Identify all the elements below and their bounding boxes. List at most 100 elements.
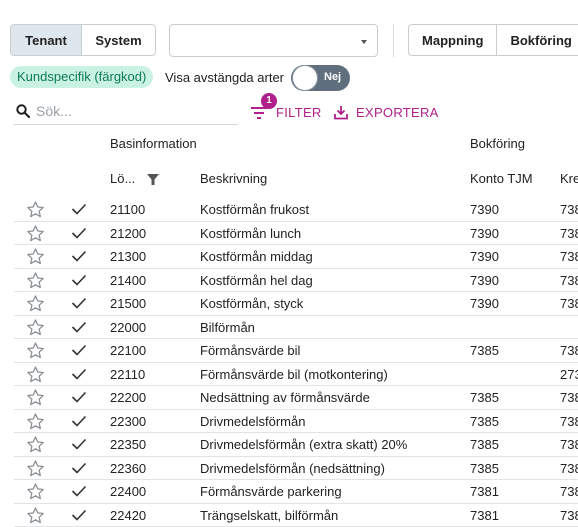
table-row[interactable]: 22350 Drivmedelsförmån (extra skatt) 20% 7…	[14, 433, 578, 457]
column-header-code-label: Lö...	[110, 171, 135, 186]
row-description: Kostförmån frukost	[200, 202, 309, 217]
row-kre: 738	[560, 226, 578, 241]
column-filter-icon[interactable]	[147, 174, 159, 186]
table-row[interactable]: 21500Kostförmån, styck7390738	[14, 292, 578, 316]
row-code: 22400	[110, 484, 146, 499]
star-icon[interactable]	[26, 388, 45, 407]
export-button[interactable]: EXPORTERA	[334, 103, 439, 121]
switch-value: Nej	[324, 71, 341, 83]
star-icon[interactable]	[26, 341, 45, 360]
table-row[interactable]: 22100Förmånsvärde bil7385738	[14, 339, 578, 363]
row-description: Kostförmån, styck	[200, 296, 303, 311]
star-icon[interactable]	[26, 482, 45, 501]
row-kre: 738	[560, 461, 578, 476]
check-icon	[71, 438, 87, 450]
row-description: Drivmedelsförmån (extra skatt) 20%	[200, 437, 407, 452]
row-konto-tjm: 7390	[470, 202, 499, 217]
table-row[interactable]: 22110Förmånsvärde bil (motkontering)273	[14, 363, 578, 387]
table-row[interactable]: 22420Trängselskatt, bilförmån7381738	[14, 504, 578, 527]
row-code: 21500	[110, 296, 146, 311]
tenant-tab[interactable]: Tenant	[11, 25, 81, 55]
star-icon[interactable]	[26, 247, 45, 266]
row-konto-tjm: 7390	[470, 273, 499, 288]
star-icon[interactable]	[26, 365, 45, 384]
check-icon	[71, 274, 87, 286]
check-icon	[71, 344, 87, 356]
star-icon[interactable]	[26, 435, 45, 454]
check-icon	[71, 509, 87, 521]
table-row[interactable]: 22300 Drivmedelsförmån 7385 738	[14, 410, 578, 434]
row-kre: 738	[560, 484, 578, 499]
row-description: Bilförmån	[200, 320, 255, 335]
column-header-description[interactable]: Beskrivning	[200, 171, 267, 186]
row-description: Drivmedelsförmån	[200, 414, 305, 429]
filter-button[interactable]: FILTER	[250, 103, 322, 121]
row-code: 22200	[110, 390, 146, 405]
row-konto-tjm: 7385	[470, 437, 499, 452]
star-icon[interactable]	[26, 318, 45, 337]
row-konto-tjm: 7390	[470, 249, 499, 264]
star-icon[interactable]	[26, 224, 45, 243]
star-icon[interactable]	[26, 412, 45, 431]
row-code: 22110	[110, 367, 145, 382]
bokforing-tab[interactable]: Bokföring	[496, 25, 578, 55]
row-code: 22300	[110, 414, 146, 429]
search-input[interactable]	[36, 100, 226, 122]
row-description: Kostförmån lunch	[200, 226, 301, 241]
column-header-kre[interactable]: Kre	[560, 171, 578, 186]
row-konto-tjm: 7385	[470, 390, 499, 405]
table-row[interactable]: 21200 Kostförmån lunch 7390 738	[14, 222, 578, 246]
filter-label: FILTER	[276, 105, 322, 120]
row-konto-tjm: 7385	[470, 414, 499, 429]
row-description: Kostförmån middag	[200, 249, 313, 264]
system-tab[interactable]: System	[81, 25, 155, 55]
filter-count-badge: 1	[261, 93, 277, 109]
star-icon[interactable]	[26, 294, 45, 313]
view-toggle-group: Mappning Bokföring	[408, 24, 578, 56]
row-konto-tjm: 7385	[470, 461, 499, 476]
table-row[interactable]: 21300Kostförmån middag7390738	[14, 245, 578, 269]
row-kre: 738	[560, 390, 578, 405]
switch-knob	[292, 65, 318, 91]
toolbar-divider	[393, 24, 394, 57]
row-description: Trängselskatt, bilförmån	[200, 508, 338, 523]
row-konto-tjm: 7381	[470, 508, 499, 523]
check-icon	[71, 391, 87, 403]
check-icon	[71, 485, 87, 497]
row-code: 22350	[110, 437, 146, 452]
row-description: Drivmedelsförmån (nedsättning)	[200, 461, 385, 476]
star-icon[interactable]	[26, 200, 45, 219]
search-icon	[16, 104, 30, 118]
table-row[interactable]: 21100Kostförmån frukost7390738	[14, 198, 578, 222]
mappning-tab[interactable]: Mappning	[409, 25, 496, 55]
row-kre: 738	[560, 249, 578, 264]
chevron-down-icon	[361, 40, 367, 44]
row-description: Kostförmån hel dag	[200, 273, 313, 288]
row-kre: 738	[560, 437, 578, 452]
row-code: 21100	[110, 202, 145, 217]
row-description: Förmånsvärde bil	[200, 343, 300, 358]
row-kre: 738	[560, 414, 578, 429]
row-code: 21400	[110, 273, 146, 288]
check-icon	[71, 321, 87, 333]
row-code: 21200	[110, 226, 146, 241]
scope-toggle-group: Tenant System	[10, 24, 156, 56]
customer-specific-chip[interactable]: Kundspecifik (färgkod)	[10, 66, 153, 88]
download-icon	[334, 105, 348, 120]
column-header-konto-tjm[interactable]: Konto TJM	[470, 171, 533, 186]
star-icon[interactable]	[26, 271, 45, 290]
check-icon	[71, 462, 87, 474]
table-row[interactable]: 21400 Kostförmån hel dag 7390 738	[14, 269, 578, 293]
table-row[interactable]: 22360Drivmedelsförmån (nedsättning)73857…	[14, 457, 578, 481]
table-row[interactable]: 22400Förmånsvärde parkering7381738	[14, 480, 578, 504]
table-row[interactable]: 22000Bilförmån	[14, 316, 578, 340]
show-disabled-switch[interactable]: Nej	[291, 65, 350, 91]
column-header-code[interactable]: Lö...	[110, 171, 135, 186]
search-box	[14, 100, 238, 125]
check-icon	[71, 297, 87, 309]
table-row[interactable]: 22200Nedsättning av förmånsvärde7385738	[14, 386, 578, 410]
dropdown-select[interactable]	[169, 24, 378, 57]
row-konto-tjm: 7390	[470, 226, 499, 241]
star-icon[interactable]	[26, 459, 45, 478]
row-kre: 738	[560, 273, 578, 288]
